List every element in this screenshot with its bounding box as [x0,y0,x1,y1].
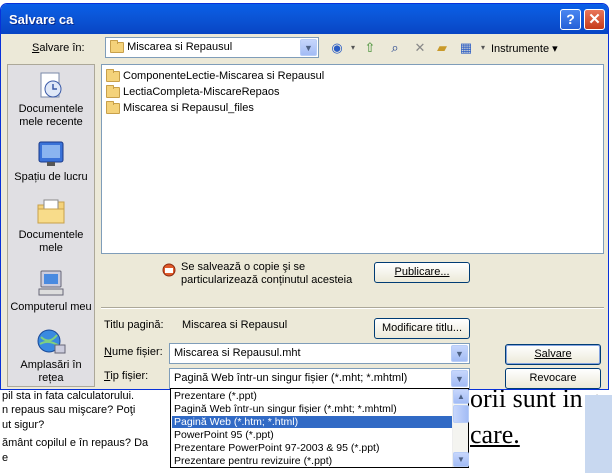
divider [101,307,604,309]
scroll-down-icon[interactable]: ▼ [453,452,469,467]
dropdown-option-selected[interactable]: Pagină Web (*.htm; *.html) [172,416,452,428]
save-in-label: Salvare în: [32,42,85,54]
filename-value: Miscarea si Repausul.mht [174,347,301,359]
folder-icon [106,84,120,98]
list-item[interactable]: Miscarea si Repausul_files [106,100,254,114]
publish-note: particularizează conținutul acesteia [181,274,353,286]
publish-button[interactable]: Publicare... [374,262,470,283]
publish-note: Se salvează o copie şi se [181,261,306,273]
place-desktop[interactable]: Spațiu de lucru [8,139,94,184]
search-web-icon[interactable]: ⌕ [386,39,404,57]
place-my-documents[interactable]: Documentele mele [8,197,94,255]
dropdown-option[interactable]: PowerPoint 95 (*.ppt) [172,429,452,441]
change-title-button[interactable]: Modificare titlu... [374,318,470,339]
background-heading-text: care. [470,420,520,449]
dropdown-option[interactable]: Prezentare pentru revizuire (*.ppt) [172,455,452,467]
folder-icon [106,68,120,82]
background-text-line: pil sta in fata calculatorului. [2,390,135,402]
publish-icon [162,263,176,277]
dropdown-option[interactable]: Prezentare (*.ppt) [172,390,452,402]
help-button[interactable]: ? [560,9,581,30]
folder-icon [110,39,124,53]
place-network[interactable]: Amplasări în rețea [8,327,94,385]
save-as-dialog: Salvare ca ? ✕ Salvare în: Miscarea si R… [0,3,609,390]
network-places-icon [37,329,66,354]
my-computer-icon [38,270,64,296]
page-title-value: Miscarea si Repausul [182,319,288,331]
page-title-label: Titlu pagină: [104,319,164,331]
place-label: Documentele [18,103,84,115]
place-recent-documents[interactable]: Documentele mele recente [8,71,94,129]
place-label: Spațiu de lucru [14,171,88,183]
place-label: rețea [38,372,64,384]
recent-documents-icon [40,72,62,98]
background-text-line: n repaus sau mişcare? Poţi [2,404,136,416]
tools-menu[interactable]: Instrumente ▾ [491,42,558,55]
chevron-down-icon[interactable]: ▼ [451,370,468,387]
cancel-button[interactable]: Revocare [505,368,601,389]
filename-input[interactable]: Miscarea si Repausul.mht ▼ [169,343,470,364]
background-text-line: ut sigur? [2,419,45,431]
place-label: Documentele [18,229,84,241]
filename-label: Nume fișier: [104,346,163,358]
place-label: Amplasări în [20,359,82,371]
folder-icon [106,100,120,114]
save-in-combo[interactable]: Miscarea si Repausul ▼ [105,37,319,58]
place-label: Computerul meu [10,301,92,313]
background-text-line: e [2,452,9,464]
places-bar: Documentele mele recente Spațiu de lucru… [7,64,95,387]
place-label: mele [39,242,63,254]
back-dropdown-icon[interactable]: ▾ [344,39,362,57]
filetype-label: Tip fișier: [104,370,149,382]
scrollbar[interactable]: ▲ ▼ [452,389,469,467]
dialog-title: Salvare ca [9,11,74,27]
dropdown-option[interactable]: Prezentare PowerPoint 97-2003 & 95 (*.pp… [172,442,452,454]
chevron-down-icon[interactable]: ▼ [451,345,468,362]
filetype-select[interactable]: Pagină Web într-un singur fișier (*.mht;… [169,368,470,389]
new-folder-icon[interactable]: ▰ [433,39,451,57]
views-dropdown-icon[interactable]: ▾ [474,39,492,57]
desktop-icon [38,141,64,166]
title-bar[interactable]: Salvare ca ? ✕ [1,4,608,34]
scroll-thumb[interactable] [453,405,469,423]
scroll-up-icon[interactable]: ▲ [453,389,469,404]
close-button[interactable]: ✕ [584,9,605,30]
my-documents-icon [37,199,65,224]
up-folder-icon[interactable]: ⇧ [361,39,379,57]
save-in-value: Miscarea si Repausul [127,41,233,53]
dropdown-option[interactable]: Pagină Web într-un singur fișier (*.mht;… [172,403,452,415]
background-shape [585,395,612,473]
list-item[interactable]: ComponenteLectie-Miscarea si Repausul [106,68,324,82]
chevron-down-icon[interactable]: ▼ [300,39,317,56]
filetype-value: Pagină Web într-un singur fișier (*.mht;… [174,372,408,384]
background-text-line: ământ copilul e în repaus? Da [2,437,149,449]
save-button[interactable]: Salvare [505,344,601,365]
views-icon[interactable]: ▦ [457,39,475,57]
place-label: mele recente [19,116,83,128]
delete-icon[interactable]: ✕ [411,39,429,57]
place-my-computer[interactable]: Computerul meu [8,269,94,314]
filetype-dropdown-list[interactable]: Prezentare (*.ppt) Pagină Web într-un si… [170,388,469,468]
file-list[interactable]: ComponenteLectie-Miscarea si Repausul Le… [101,64,604,254]
list-item[interactable]: LectiaCompleta-MiscareRepaos [106,84,280,98]
